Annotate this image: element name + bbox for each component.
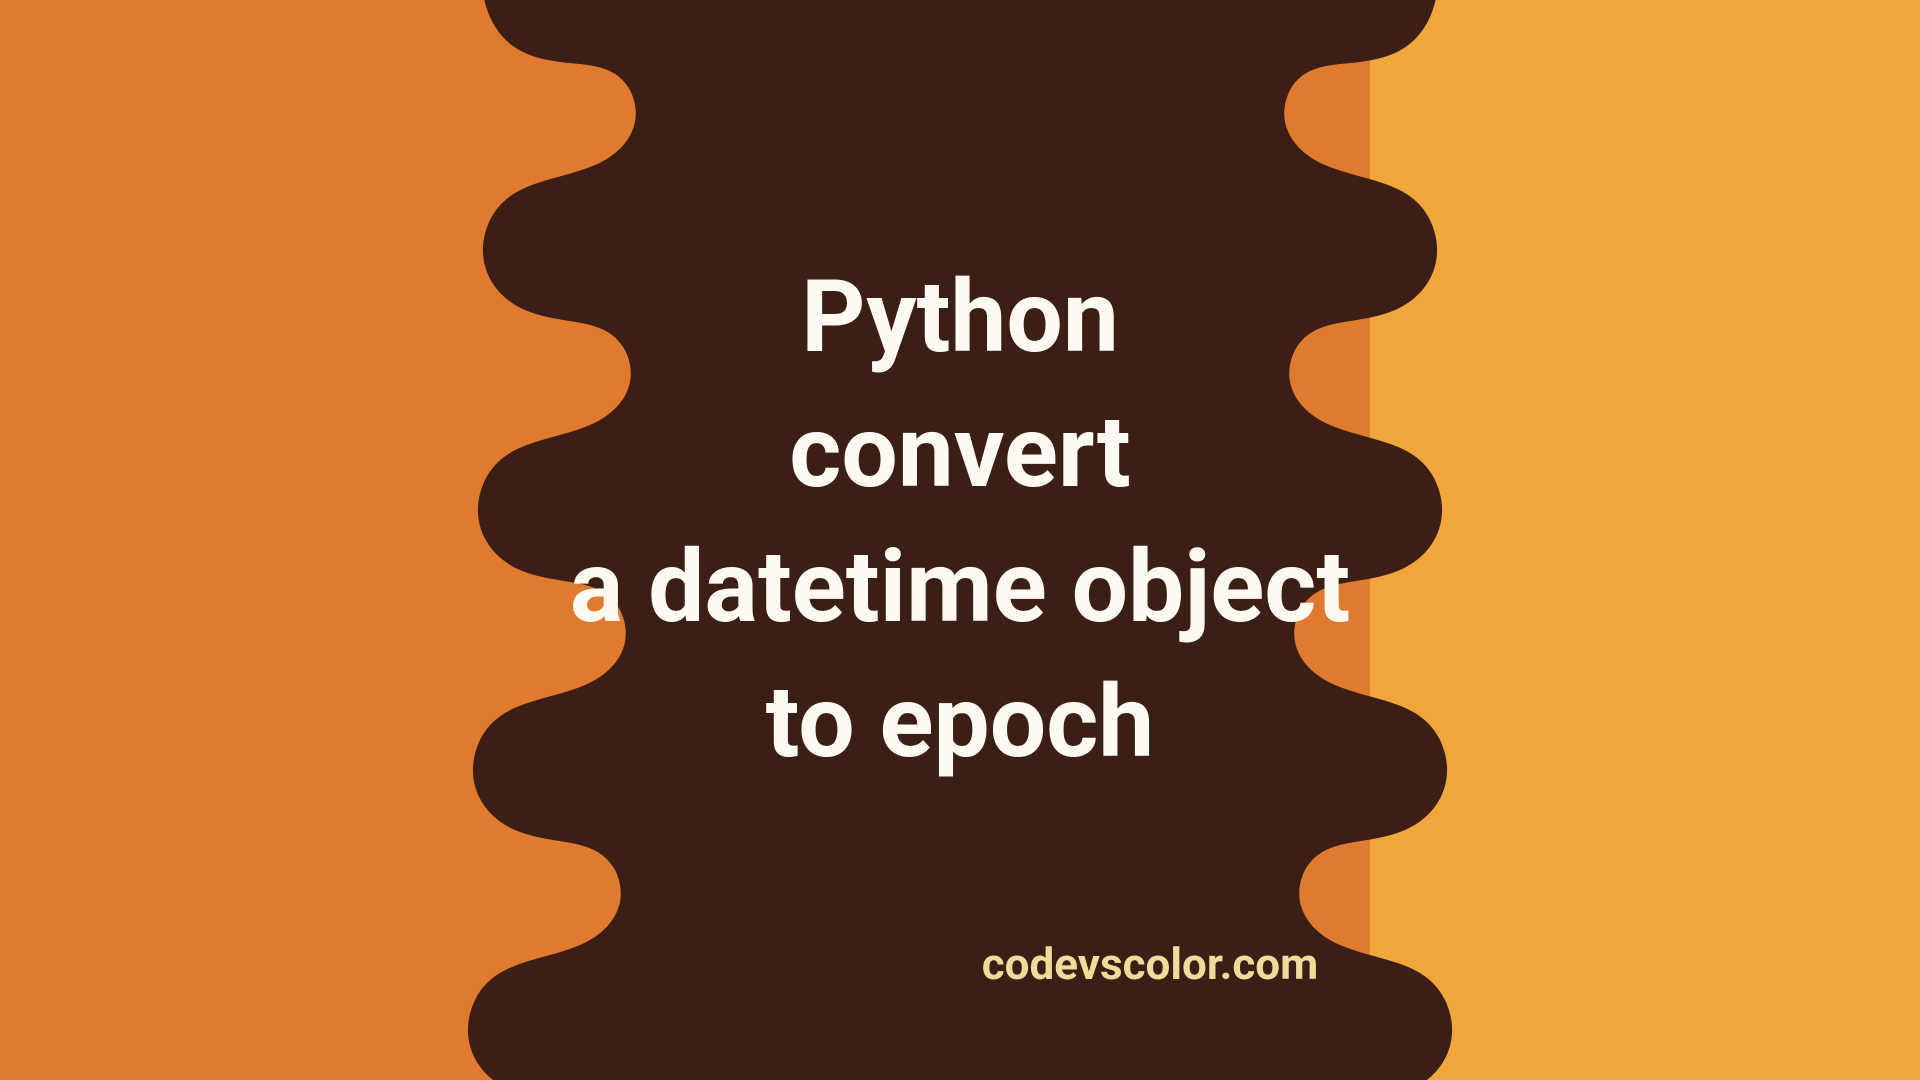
title-block: Python convert a datetime object to epoc…: [0, 0, 1920, 1080]
title-line-4: to epoch: [570, 655, 1350, 790]
banner-title: Python convert a datetime object to epoc…: [570, 250, 1350, 790]
banner-canvas: Python convert a datetime object to epoc…: [0, 0, 1920, 1080]
title-line-2: convert: [570, 385, 1350, 520]
footer-credit: codevscolor.com: [0, 938, 1920, 990]
title-line-3: a datetime object: [570, 520, 1350, 655]
title-line-1: Python: [570, 250, 1350, 385]
